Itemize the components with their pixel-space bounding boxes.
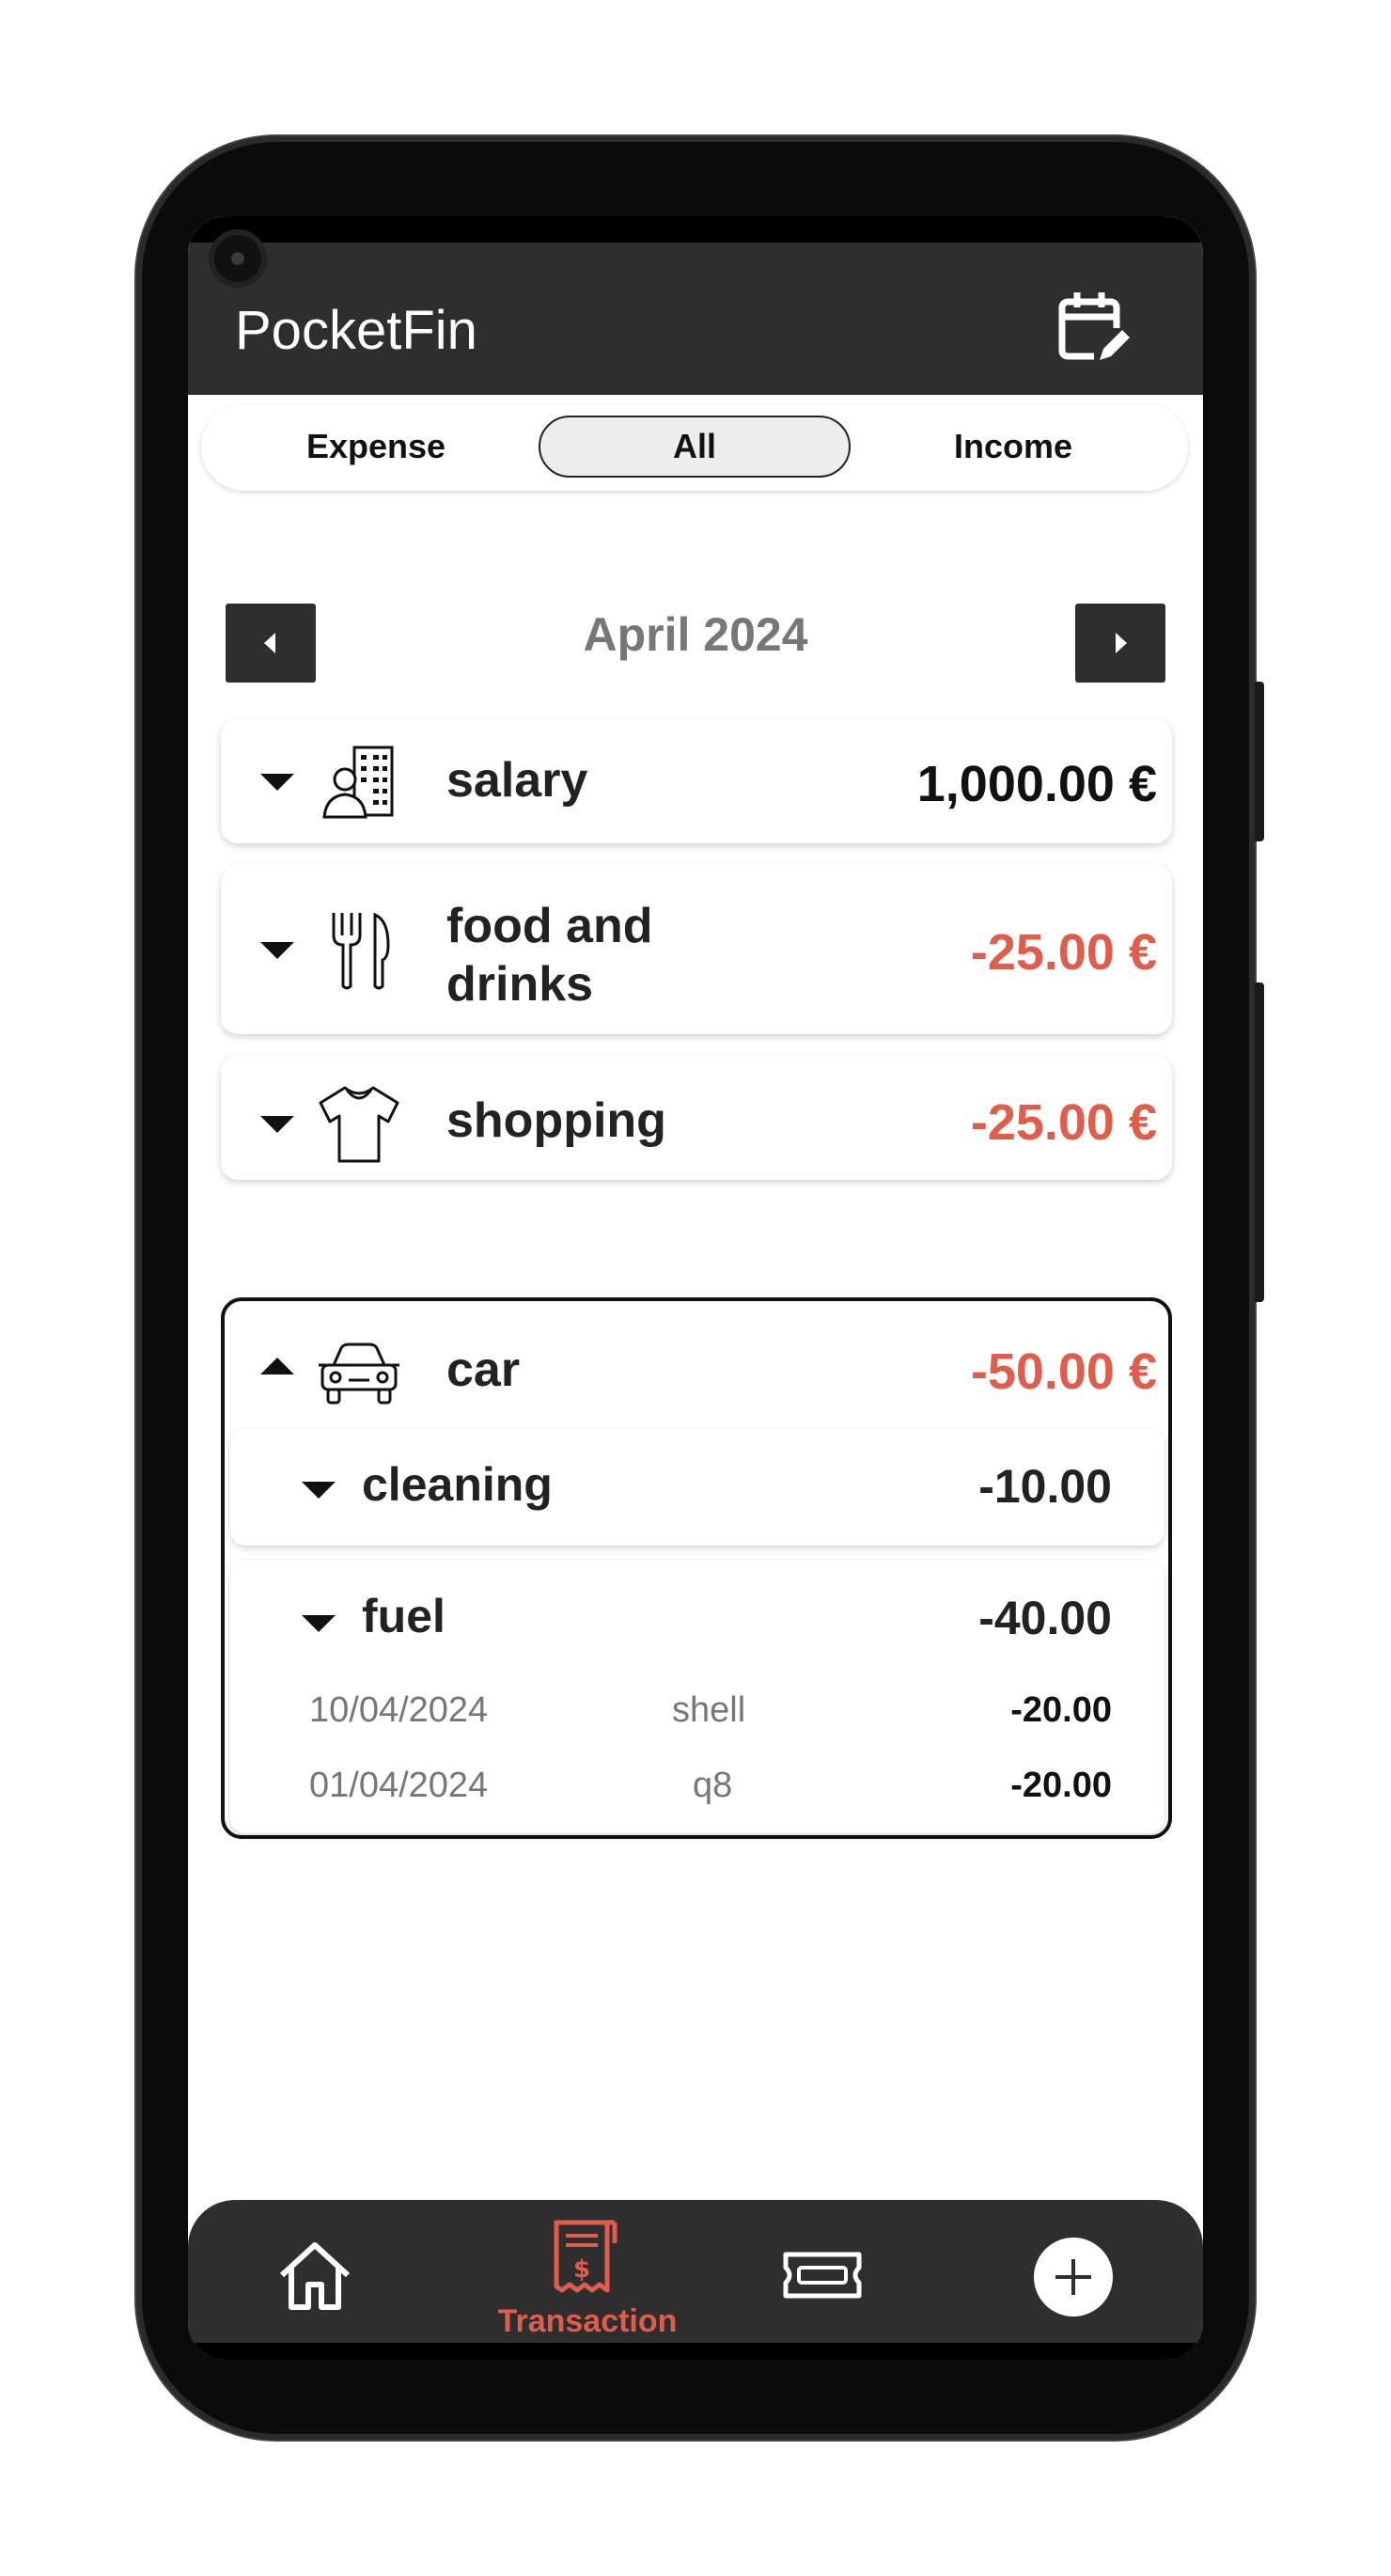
category-amount: -25.00 € — [970, 924, 1157, 981]
home-icon — [279, 2242, 351, 2310]
category-card-salary[interactable]: salary 1,000.00 € — [221, 719, 1172, 843]
subcategory-name: fuel — [362, 1590, 445, 1642]
category-card-car[interactable]: car -50.00 € cleaning -10.00 fuel -40.00… — [221, 1297, 1172, 1839]
category-name: food and drinks — [446, 899, 653, 1012]
salary-building-icon — [322, 746, 394, 819]
ticket-icon — [783, 2252, 862, 2299]
svg-text:$: $ — [573, 2255, 590, 2284]
category-card-shopping[interactable]: shopping -25.00 € — [221, 1056, 1172, 1180]
nav-home-button[interactable] — [274, 2238, 355, 2317]
category-name: car — [446, 1343, 521, 1397]
month-label: April 2024 — [583, 608, 808, 661]
subcategory-name: cleaning — [362, 1458, 553, 1511]
calendar-edit-button[interactable] — [1053, 285, 1137, 369]
segment-all[interactable]: All — [539, 416, 851, 478]
app-screen: PocketFin Expense All Income April 2024 … — [188, 216, 1203, 2360]
category-amount: 1,000.00 € — [916, 756, 1157, 812]
volume-button — [1255, 982, 1264, 1302]
phone-frame: PocketFin Expense All Income April 2024 … — [136, 136, 1264, 2440]
add-icon — [1055, 2259, 1091, 2295]
transaction-receipt-icon: $ — [554, 2220, 617, 2293]
expand-caret-icon[interactable] — [302, 1482, 336, 1499]
calendar-edit-icon — [1058, 292, 1132, 369]
power-button — [1255, 682, 1264, 841]
nav-ticket-button[interactable] — [780, 2247, 865, 2307]
transaction-amount: -20.00 — [1010, 1766, 1112, 1805]
category-amount: -50.00 € — [970, 1343, 1157, 1400]
fork-knife-icon — [332, 912, 390, 990]
expand-caret-icon[interactable] — [302, 1615, 336, 1632]
transaction-amount: -20.00 — [1010, 1690, 1112, 1730]
bottom-navigation: $ Transaction — [188, 2200, 1203, 2360]
segment-expense[interactable]: Expense — [220, 416, 532, 478]
gesture-bar-area — [188, 2343, 1203, 2360]
segment-income[interactable]: Income — [857, 416, 1169, 478]
collapse-caret-icon[interactable] — [260, 1358, 294, 1374]
transaction-date: 01/04/2024 — [309, 1766, 489, 1805]
subcategory-row-cleaning[interactable]: cleaning -10.00 — [230, 1429, 1164, 1546]
add-transaction-button[interactable] — [1034, 2238, 1113, 2317]
app-title: PocketFin — [235, 300, 477, 361]
nav-transaction-label[interactable]: Transaction — [465, 2303, 710, 2340]
category-name: salary — [446, 753, 588, 808]
expand-caret-icon[interactable] — [260, 774, 294, 791]
status-bar — [188, 216, 1203, 243]
chevron-left-icon — [264, 633, 275, 653]
chevron-right-icon — [1116, 633, 1127, 653]
subcategory-amount: -10.00 — [978, 1460, 1112, 1513]
car-icon — [319, 1343, 399, 1405]
expand-caret-icon[interactable] — [260, 942, 294, 959]
subcategory-row-fuel[interactable]: fuel -40.00 10/04/2024 shell -20.00 01/0… — [230, 1561, 1164, 1833]
transaction-description: shell — [672, 1690, 746, 1730]
app-bar: PocketFin — [188, 243, 1203, 395]
nav-transaction-button[interactable]: $ — [545, 2217, 620, 2300]
category-card-food-and-drinks[interactable]: food and drinks -25.00 € — [221, 865, 1172, 1034]
category-name: shopping — [446, 1093, 666, 1148]
expand-caret-icon[interactable] — [260, 1116, 294, 1133]
category-amount: -25.00 € — [970, 1094, 1157, 1151]
next-month-button[interactable] — [1075, 604, 1165, 683]
tshirt-icon — [319, 1086, 399, 1163]
transaction-description: q8 — [693, 1766, 733, 1805]
type-filter-segmented: Expense All Income — [201, 404, 1188, 491]
previous-month-button[interactable] — [226, 604, 316, 683]
front-camera — [209, 229, 267, 288]
subcategory-amount: -40.00 — [978, 1592, 1112, 1644]
transaction-date: 10/04/2024 — [309, 1690, 489, 1730]
